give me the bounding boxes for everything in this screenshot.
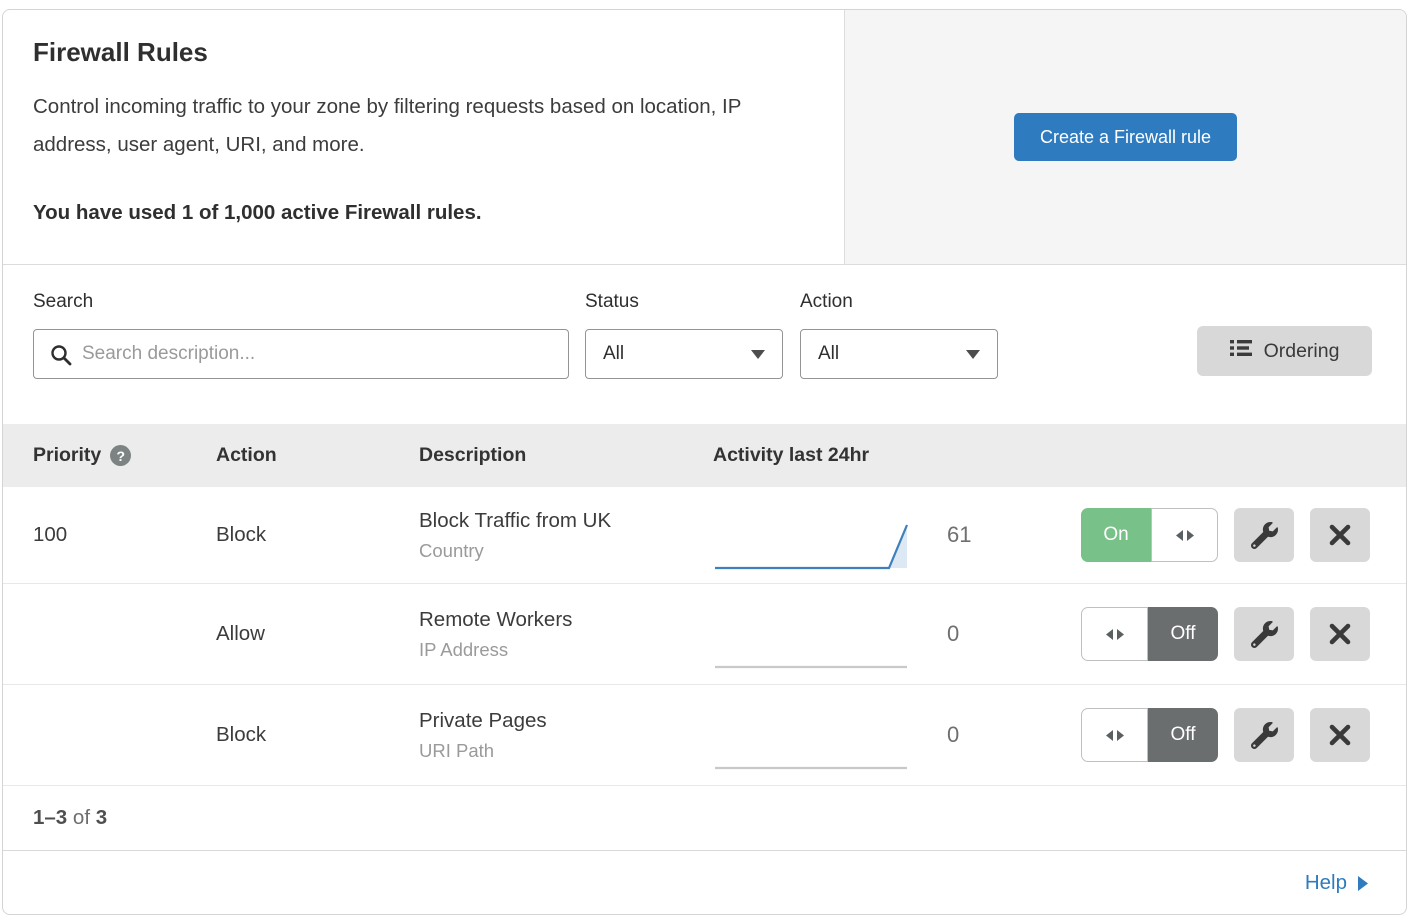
rule-controls: Off	[1081, 607, 1406, 661]
wrench-icon	[1251, 621, 1278, 648]
rule-action: Block	[216, 523, 419, 547]
toggle-arrows-icon	[1175, 529, 1195, 542]
toggle-handle	[1151, 508, 1218, 562]
table-header-row: Priority ? Action Description Activity l…	[3, 424, 1406, 487]
chevron-down-icon	[966, 350, 980, 359]
create-firewall-rule-button[interactable]: Create a Firewall rule	[1014, 113, 1237, 161]
activity-sparkline	[713, 718, 913, 776]
delete-rule-button[interactable]	[1310, 508, 1370, 562]
help-link[interactable]: Help	[1305, 871, 1368, 895]
toggle-handle	[1081, 708, 1148, 762]
list-icon	[1230, 338, 1252, 364]
rule-activity-cell: 61	[713, 506, 987, 564]
rule-match-type: URI Path	[419, 740, 713, 762]
column-header-action: Action	[216, 444, 419, 467]
edit-rule-button[interactable]	[1234, 508, 1294, 562]
rule-match-type: IP Address	[419, 639, 713, 661]
edit-rule-button[interactable]	[1234, 607, 1294, 661]
rule-activity-cell: 0	[713, 706, 987, 764]
page-title: Firewall Rules	[33, 37, 814, 68]
search-filter-group: Search	[33, 291, 569, 424]
status-label: Status	[585, 291, 783, 313]
status-select-value: All	[603, 343, 624, 365]
question-icon[interactable]: ?	[110, 445, 131, 466]
rule-priority: 100	[3, 523, 216, 547]
toggle-off-label: Off	[1148, 607, 1218, 661]
pagination-range: 1–3	[33, 806, 67, 830]
activity-count: 0	[947, 722, 987, 748]
action-select-value: All	[818, 343, 839, 365]
activity-sparkline	[713, 617, 913, 675]
column-header-priority: Priority ?	[3, 444, 216, 467]
rule-enabled-toggle[interactable]: Off	[1081, 607, 1218, 661]
table-row: 100 Block Block Traffic from UK Country …	[3, 487, 1406, 584]
pagination-of: of	[73, 806, 90, 830]
rule-description-cell: Remote Workers IP Address	[419, 608, 713, 661]
toggle-arrows-icon	[1105, 628, 1125, 641]
toggle-off-label: Off	[1148, 708, 1218, 762]
toggle-on-label: On	[1081, 508, 1151, 562]
page-description: Control incoming traffic to your zone by…	[33, 88, 811, 164]
intro-panel: Firewall Rules Control incoming traffic …	[3, 10, 844, 264]
pagination-total: 3	[96, 806, 107, 830]
wrench-icon	[1251, 722, 1278, 749]
pagination-row: 1–3 of 3	[3, 786, 1406, 850]
rule-action: Allow	[216, 622, 419, 646]
action-filter-group: Action All	[800, 291, 998, 424]
column-header-description: Description	[419, 444, 713, 467]
rule-match-type: Country	[419, 540, 713, 562]
ordering-button[interactable]: Ordering	[1197, 326, 1372, 376]
help-link-label: Help	[1305, 871, 1347, 895]
search-icon	[49, 343, 73, 372]
toggle-handle	[1081, 607, 1148, 661]
ordering-button-label: Ordering	[1264, 340, 1340, 363]
rule-activity-cell: 0	[713, 605, 987, 663]
action-select[interactable]: All	[800, 329, 998, 379]
close-icon	[1328, 622, 1352, 646]
wrench-icon	[1251, 522, 1278, 549]
create-panel: Create a Firewall rule	[844, 10, 1406, 264]
rule-controls: Off	[1081, 708, 1406, 762]
help-row: Help	[3, 850, 1406, 915]
activity-sparkline	[713, 518, 913, 576]
activity-count: 0	[947, 621, 987, 647]
rule-enabled-toggle[interactable]: Off	[1081, 708, 1218, 762]
rule-action: Block	[216, 723, 419, 747]
chevron-right-icon	[1357, 876, 1368, 891]
search-input[interactable]	[34, 330, 568, 378]
toggle-arrows-icon	[1105, 729, 1125, 742]
status-select[interactable]: All	[585, 329, 783, 379]
table-row: Block Private Pages URI Path 0 Off	[3, 685, 1406, 786]
usage-note: You have used 1 of 1,000 active Firewall…	[33, 201, 814, 225]
status-filter-group: Status All	[585, 291, 783, 424]
delete-rule-button[interactable]	[1310, 708, 1370, 762]
rule-description: Block Traffic from UK	[419, 509, 713, 533]
rule-description-cell: Block Traffic from UK Country	[419, 509, 713, 562]
rule-description: Private Pages	[419, 709, 713, 733]
rule-description: Remote Workers	[419, 608, 713, 632]
search-label: Search	[33, 291, 569, 313]
column-header-activity: Activity last 24hr	[713, 444, 869, 467]
header-section: Firewall Rules Control incoming traffic …	[3, 10, 1406, 265]
edit-rule-button[interactable]	[1234, 708, 1294, 762]
filter-bar: Search Status All Action All	[3, 265, 1406, 424]
table-row: Allow Remote Workers IP Address 0 Off	[3, 584, 1406, 685]
search-box	[33, 329, 569, 379]
rule-controls: On	[1081, 508, 1406, 562]
activity-count: 61	[947, 522, 987, 548]
action-label: Action	[800, 291, 998, 313]
firewall-rules-card: Firewall Rules Control incoming traffic …	[2, 9, 1407, 915]
close-icon	[1328, 723, 1352, 747]
rule-description-cell: Private Pages URI Path	[419, 709, 713, 762]
chevron-down-icon	[751, 350, 765, 359]
delete-rule-button[interactable]	[1310, 607, 1370, 661]
rule-enabled-toggle[interactable]: On	[1081, 508, 1218, 562]
close-icon	[1328, 523, 1352, 547]
ordering-wrap: Ordering	[1197, 326, 1372, 424]
